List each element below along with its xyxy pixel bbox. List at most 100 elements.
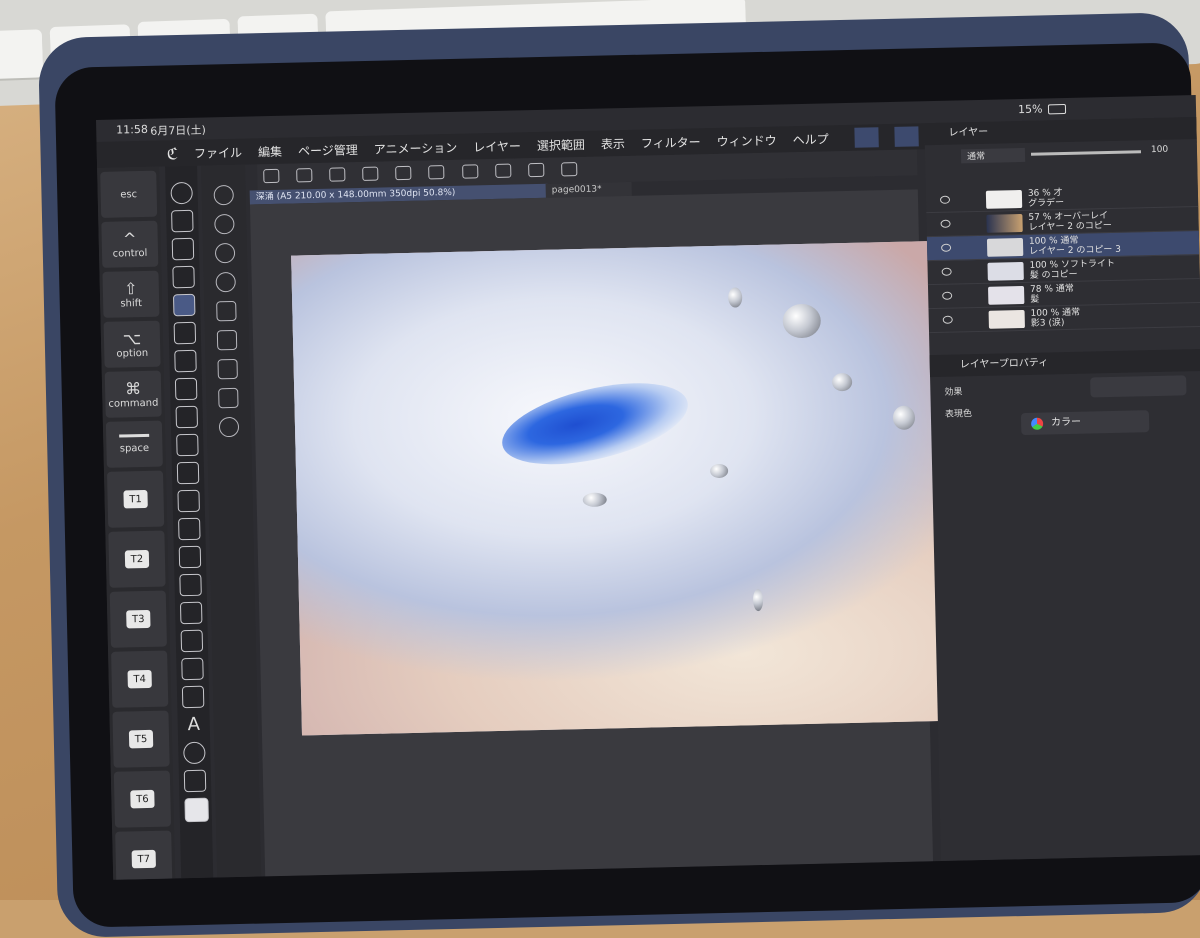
undo-icon[interactable] — [461, 164, 478, 179]
gradient-tool-icon[interactable] — [179, 601, 203, 625]
copy-icon[interactable] — [362, 166, 379, 181]
t7-key[interactable]: T7 — [115, 830, 173, 880]
layer-label: 78 % 通常髪 — [1030, 284, 1074, 305]
color-swatch[interactable] — [184, 797, 209, 823]
t6-key[interactable]: T6 — [113, 770, 172, 828]
decoration-tool-icon[interactable] — [177, 489, 200, 513]
t1-key[interactable]: T1 — [106, 470, 165, 528]
subtool-layer-icon[interactable] — [216, 300, 237, 322]
tear-drop — [709, 463, 729, 479]
subtool-settings-icon[interactable] — [218, 387, 239, 409]
open-folder-icon[interactable] — [395, 165, 412, 181]
subtool-spiral-icon[interactable] — [215, 271, 236, 293]
brush-mode-icon[interactable] — [894, 126, 919, 147]
visibility-eye-icon[interactable] — [942, 291, 953, 300]
subtool-film-icon[interactable] — [217, 358, 238, 380]
app-logo-icon[interactable]: ℭ — [167, 144, 179, 163]
status-time: 11:58 — [116, 122, 149, 137]
record-icon[interactable] — [329, 167, 346, 182]
t5-label: T5 — [128, 729, 154, 749]
visibility-eye-icon[interactable] — [941, 243, 952, 252]
menu-edit[interactable]: 編集 — [258, 142, 282, 160]
menu-help[interactable]: ヘルプ — [792, 130, 828, 148]
battery-level: 15% — [1017, 102, 1043, 117]
esc-key[interactable]: esc — [100, 170, 158, 218]
correct-line-tool-icon[interactable] — [183, 769, 207, 793]
eyedropper-tool-icon[interactable] — [174, 349, 197, 373]
new-canvas-icon[interactable] — [296, 168, 313, 183]
shift-key[interactable]: ⇧ shift — [102, 270, 160, 318]
subtool-lasso-icon[interactable] — [213, 184, 234, 206]
fill-tool-icon[interactable] — [179, 573, 202, 597]
shift-key-symbol: ⇧ — [123, 279, 138, 299]
layer-thumbnail — [986, 214, 1023, 233]
layer-row[interactable]: 100 % 通常 影3 (涙) — [928, 302, 1200, 334]
magic-wand-tool-icon[interactable] — [173, 321, 197, 345]
color-wheel-icon — [1030, 417, 1044, 430]
t5-key[interactable]: T5 — [112, 710, 170, 768]
space-key[interactable]: space — [105, 420, 163, 468]
menu-filter[interactable]: フィルター — [641, 133, 701, 151]
visibility-eye-icon[interactable] — [940, 219, 951, 228]
subtool-grid-icon[interactable] — [216, 329, 238, 351]
expression-color-select[interactable]: カラー — [1020, 410, 1150, 436]
visibility-eye-icon[interactable] — [942, 315, 953, 324]
t2-label: T2 — [124, 549, 150, 569]
redo-icon[interactable] — [494, 163, 512, 178]
artwork-eye — [494, 367, 696, 480]
t1-label: T1 — [123, 489, 148, 509]
control-key-symbol: ^ — [122, 229, 137, 249]
figure-tool-icon[interactable] — [180, 629, 204, 653]
operation-tool-icon[interactable] — [171, 237, 195, 261]
fill-icon[interactable] — [527, 162, 545, 178]
pen-tool-icon[interactable] — [174, 377, 198, 401]
menu-file[interactable]: ファイル — [194, 143, 242, 161]
t6-label: T6 — [130, 789, 155, 809]
menu-animation[interactable]: アニメーション — [374, 138, 458, 157]
menu-layer[interactable]: レイヤー — [473, 137, 521, 155]
subtool-lasso-add-icon[interactable] — [214, 213, 235, 235]
command-edge-key[interactable]: ⌘ command — [104, 370, 162, 418]
visibility-eye-icon[interactable] — [939, 195, 951, 204]
lasso-select-tool-icon[interactable] — [172, 293, 196, 317]
ruler-tool-icon[interactable] — [181, 685, 205, 709]
effect-label: 効果 — [944, 387, 963, 398]
subtool-pen-icon[interactable] — [214, 242, 236, 264]
menu-window[interactable]: ウィンドウ — [716, 131, 777, 149]
hand-tool-icon[interactable] — [171, 209, 194, 233]
pen-mode-icon[interactable] — [854, 127, 879, 148]
layer-opacity-mode: 78 % 通常 — [1029, 283, 1074, 295]
move-tool-icon[interactable] — [172, 265, 195, 289]
t2-key[interactable]: T2 — [108, 530, 166, 588]
pencil-tool-icon[interactable] — [175, 405, 199, 429]
t3-key[interactable]: T3 — [109, 590, 167, 648]
eraser-tool-icon[interactable] — [178, 517, 201, 541]
t4-key[interactable]: T4 — [111, 650, 169, 708]
zoom-tool-icon[interactable] — [170, 181, 193, 205]
layer-blend-controls: 通常 100 — [931, 141, 1191, 165]
airbrush-tool-icon[interactable] — [176, 461, 200, 485]
blend-mode-select[interactable]: 通常 — [960, 147, 1026, 164]
transform-icon[interactable] — [560, 162, 578, 177]
effect-buttons[interactable] — [1090, 375, 1187, 398]
option-key-label: option — [116, 347, 149, 360]
opacity-slider[interactable] — [1030, 150, 1142, 156]
save-icon[interactable] — [428, 165, 445, 180]
t7-label: T7 — [131, 849, 156, 869]
frame-border-tool-icon[interactable] — [181, 657, 204, 681]
brush-tool-icon[interactable] — [176, 433, 199, 457]
visibility-eye-icon[interactable] — [941, 267, 952, 276]
control-key[interactable]: ^ control — [101, 220, 159, 268]
text-tool-icon[interactable]: A — [183, 714, 205, 736]
menu-view[interactable]: 表示 — [601, 135, 625, 153]
option-edge-key[interactable]: ⌥ option — [103, 320, 161, 368]
balloon-tool-icon[interactable] — [183, 741, 206, 765]
layer-property-header[interactable]: レイヤープロパティ — [929, 348, 1200, 378]
menu-page-management[interactable]: ページ管理 — [298, 141, 358, 159]
blend-tool-icon[interactable] — [178, 545, 202, 569]
menu-icon[interactable] — [263, 168, 280, 184]
subtool-search-icon[interactable] — [218, 416, 240, 438]
menu-selection[interactable]: 選択範囲 — [537, 135, 585, 153]
layer-opacity-mode: 100 % 通常 — [1030, 307, 1081, 319]
layer-panel: レイヤー 通常 100 36 % 才グラデー 57 % オーバーレイ レイヤー 2… — [924, 117, 1200, 862]
